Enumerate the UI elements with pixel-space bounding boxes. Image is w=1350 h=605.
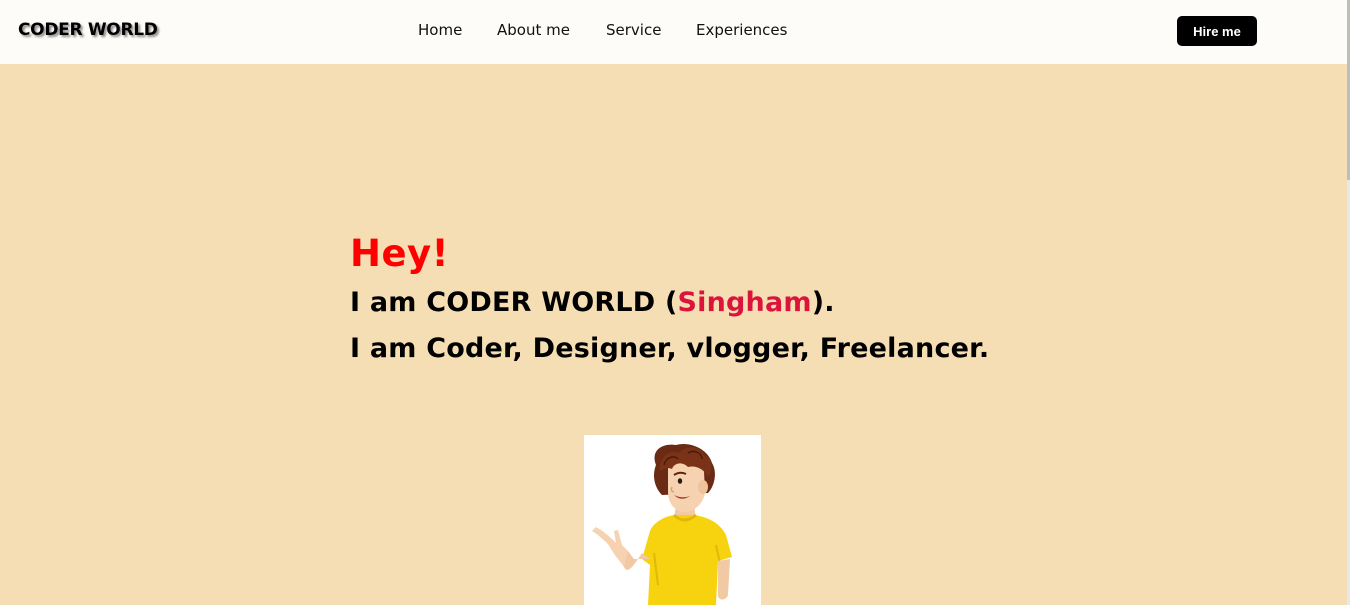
hero-intro: I am CODER WORLD (Singham). <box>350 280 989 326</box>
nav-home[interactable]: Home <box>418 21 462 39</box>
nav-service[interactable]: Service <box>606 21 661 39</box>
boy-presenting-illustration-icon <box>592 443 732 605</box>
nav-experiences[interactable]: Experiences <box>696 21 787 39</box>
navbar: CODER WORLD Home About me Service Experi… <box>0 0 1350 64</box>
hero-name-highlight: Singham <box>677 287 812 318</box>
hire-me-button[interactable]: Hire me <box>1177 16 1257 46</box>
nav-about-me[interactable]: About me <box>497 21 570 39</box>
hero-intro-suffix: ). <box>811 287 835 318</box>
hero-intro-prefix: I am CODER WORLD ( <box>350 287 678 318</box>
hero-roles: I am Coder, Designer, vlogger, Freelance… <box>350 333 990 364</box>
hero-section: Hey! I am CODER WORLD (Singham). I am Co… <box>350 228 989 372</box>
hero-greeting: Hey! <box>350 232 450 275</box>
hero-illustration <box>584 435 761 605</box>
brand-logo[interactable]: CODER WORLD <box>18 20 158 40</box>
